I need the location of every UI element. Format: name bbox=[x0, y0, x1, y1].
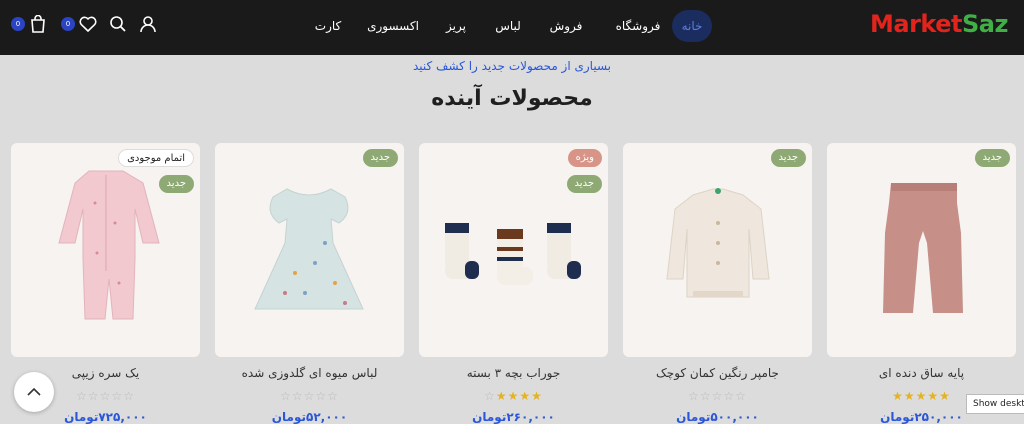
tag-special: ویژه bbox=[567, 149, 602, 167]
tag-out-of-stock: اتمام موجودی bbox=[118, 149, 194, 167]
product-card-onesie[interactable]: اتمام موجودی جدید bbox=[11, 143, 200, 357]
product-price: ۷۲۵,۰۰۰تومان bbox=[64, 410, 147, 424]
product-image-jumper bbox=[666, 188, 770, 298]
rating-stars: ☆☆☆☆☆ bbox=[280, 389, 339, 403]
product-card-socks[interactable]: ویژه جدید bbox=[419, 143, 608, 357]
cart-icon[interactable] bbox=[28, 14, 48, 34]
nav-item-priz[interactable]: پریز bbox=[438, 10, 474, 42]
tooltip: Show desktop bbox=[966, 394, 1024, 414]
product-image-leggings bbox=[883, 183, 963, 313]
brand-logo-part2: Saz bbox=[961, 10, 1008, 38]
product-price: ۲۶۰,۰۰۰تومان bbox=[472, 410, 555, 424]
nav-item-clothes[interactable]: لباس bbox=[488, 10, 528, 42]
nav-item-accessories[interactable]: اکسسوری bbox=[362, 10, 424, 42]
product-price: ۵۲,۰۰۰تومان bbox=[271, 410, 348, 424]
wishlist-count-badge: 0 bbox=[61, 17, 75, 31]
search-icon[interactable] bbox=[108, 14, 128, 34]
product-card-leggings[interactable]: جدید bbox=[827, 143, 1016, 357]
product-image-dress bbox=[254, 188, 364, 310]
product-name[interactable]: لباس میوه ای گلدوزی شده bbox=[215, 366, 404, 380]
top-bar: MarketSaz خانه فروشگاه فروش لباس پریز اک… bbox=[0, 0, 1024, 55]
nav-item-sale[interactable]: فروش bbox=[546, 10, 586, 42]
tag-new: جدید bbox=[158, 175, 194, 193]
header-icons: 0 0 bbox=[8, 14, 158, 36]
tag-new: جدید bbox=[566, 175, 602, 193]
tag-new: جدید bbox=[974, 149, 1010, 167]
rating-stars: ☆★★★★ bbox=[484, 389, 543, 403]
cart-count-badge: 0 bbox=[11, 17, 25, 31]
section-subtitle[interactable]: بسیاری از محصولات جدید را کشف کنید bbox=[0, 59, 1024, 73]
tag-new: جدید bbox=[362, 149, 398, 167]
product-name[interactable]: جامپر رنگین کمان کوچک bbox=[623, 366, 812, 380]
heart-icon[interactable] bbox=[78, 14, 98, 34]
product-card-dress[interactable]: جدید bbox=[215, 143, 404, 357]
product-price: ۵۰۰,۰۰۰تومان bbox=[676, 410, 759, 424]
nav-item-home[interactable]: خانه bbox=[672, 10, 712, 42]
scroll-to-top-button[interactable] bbox=[14, 372, 54, 412]
brand-logo-part1: Market bbox=[870, 10, 962, 38]
rating-stars: ☆☆☆☆☆ bbox=[688, 389, 747, 403]
section-title: محصولات آینده bbox=[431, 86, 593, 111]
product-name[interactable]: جوراب بچه ۳ بسته bbox=[419, 366, 608, 380]
nav-item-shop[interactable]: فروشگاه bbox=[608, 10, 668, 42]
brand-logo[interactable]: MarketSaz bbox=[870, 10, 1008, 38]
chevron-up-icon bbox=[27, 387, 41, 396]
user-icon[interactable] bbox=[138, 14, 158, 34]
product-name[interactable]: پایه ساق دنده ای bbox=[827, 366, 1016, 380]
nav-item-card[interactable]: کارت bbox=[308, 10, 348, 42]
product-card-jumper[interactable]: جدید bbox=[623, 143, 812, 357]
tag-new: جدید bbox=[770, 149, 806, 167]
